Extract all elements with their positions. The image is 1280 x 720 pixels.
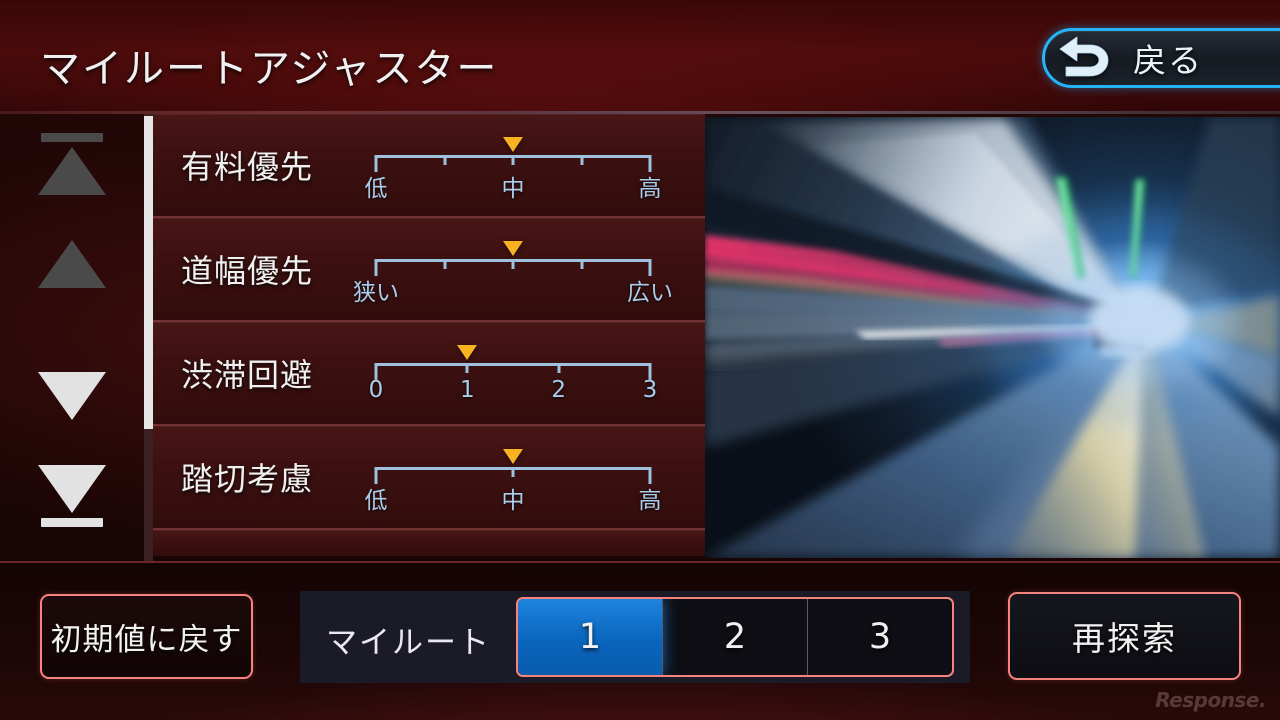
scroll-up-triangle-icon	[38, 240, 106, 288]
slider-tick	[443, 155, 446, 165]
myroute-option-1[interactable]: 1	[518, 599, 663, 675]
undo-arrow-icon	[1059, 36, 1109, 77]
header-bar: マイルートアジャスター 戻る	[0, 0, 1280, 114]
slider-tick-label: 中	[501, 488, 525, 514]
slider-tick	[580, 155, 583, 165]
slider-tick	[557, 363, 561, 373]
reset-to-default-button[interactable]: 初期値に戻す	[40, 594, 253, 679]
settings-row[interactable]: 有料優先低 中 高	[153, 114, 705, 218]
slider-axis	[376, 363, 650, 366]
settings-list: 有料優先低中高道幅優先 狭い 広い 渋滞回避 0 1 2 3 踏切考慮低中高	[153, 114, 705, 561]
settings-slider[interactable]: 低中高	[364, 129, 662, 202]
slider-marker[interactable]	[503, 449, 523, 464]
myroute-segmented-control: 123	[516, 597, 954, 677]
back-button[interactable]: 戻る	[1042, 28, 1280, 88]
slider-tick	[580, 259, 583, 269]
settings-row-label: 渋滞回避	[181, 356, 314, 394]
slider-tick-label: 低	[364, 176, 388, 202]
slider-tick-label: 高	[638, 176, 662, 202]
myroute-panel: マイルート 123	[300, 591, 970, 683]
settings-row-partial[interactable]	[153, 530, 705, 556]
scroll-bottom-bar	[41, 518, 103, 527]
scroll-rail	[0, 114, 144, 561]
slider-tick-label: 1	[460, 377, 475, 403]
slider-marker[interactable]	[503, 241, 523, 256]
slider-tick-label: 高	[638, 488, 662, 514]
scroll-bottom-triangle-icon	[38, 465, 106, 513]
settings-slider[interactable]: 低中高	[364, 441, 662, 514]
myroute-label: マイルート	[326, 625, 491, 661]
navigation-screen: マイルートアジャスター 戻る 有料優先 低 中 高 道幅優先 狭い 広い 渋滞回…	[0, 0, 1280, 720]
scroll-down-button[interactable]	[38, 364, 106, 428]
slider-tick	[511, 155, 515, 165]
settings-row[interactable]: 道幅優先 狭い 広い	[153, 218, 705, 322]
scroll-top-bar	[41, 133, 103, 142]
slider-tick-label: 0	[368, 377, 384, 403]
back-button-label: 戻る	[1133, 41, 1203, 80]
slider-tick-label: 広い	[627, 280, 673, 306]
slider-marker[interactable]	[503, 137, 523, 152]
scroll-to-top-button[interactable]	[38, 132, 106, 196]
slider-tick	[511, 467, 515, 477]
reset-button-label: 初期値に戻す	[50, 622, 243, 658]
scroll-up-button[interactable]	[38, 232, 106, 296]
slider-marker[interactable]	[457, 345, 478, 360]
slider-tick-label: 狭い	[353, 280, 399, 306]
settings-row[interactable]: 渋滞回避 0 1 2 3	[153, 322, 705, 426]
myroute-option-2[interactable]: 2	[663, 599, 808, 675]
page-title: マイルートアジャスター	[40, 46, 499, 92]
settings-slider[interactable]: 狭い 広い	[353, 233, 673, 306]
slider-tick-label: 3	[642, 377, 658, 403]
watermark: Response.	[1155, 688, 1266, 712]
settings-row[interactable]: 踏切考慮低 中 高	[153, 426, 705, 530]
scroll-down-triangle-icon	[38, 372, 106, 420]
slider-tick-label: 低	[364, 488, 388, 514]
content-area: 有料優先低中高道幅優先 狭い 広い 渋滞回避 0 1 2 3 踏切考慮低中高	[0, 114, 1280, 561]
slider-tick	[443, 259, 446, 269]
research-button[interactable]: 再探索	[1008, 592, 1241, 680]
slider-tick	[465, 363, 469, 373]
scrollbar-thumb[interactable]	[144, 116, 153, 429]
scroll-to-bottom-button[interactable]	[38, 464, 106, 528]
slider-tick-label: 中	[501, 176, 525, 202]
settings-slider[interactable]: 0 1 2 3	[368, 337, 658, 409]
route-preview-image	[705, 117, 1280, 558]
settings-row-label: 踏切考慮	[181, 460, 314, 498]
settings-row-label: 有料優先	[181, 148, 314, 186]
slider-tick	[511, 259, 515, 269]
settings-row-label: 道幅優先	[181, 252, 314, 290]
myroute-option-3[interactable]: 3	[808, 599, 952, 675]
list-scrollbar[interactable]	[144, 114, 153, 561]
slider-tick-label: 2	[551, 377, 566, 403]
research-button-label: 再探索	[1072, 619, 1177, 658]
scroll-top-triangle-icon	[38, 147, 106, 195]
